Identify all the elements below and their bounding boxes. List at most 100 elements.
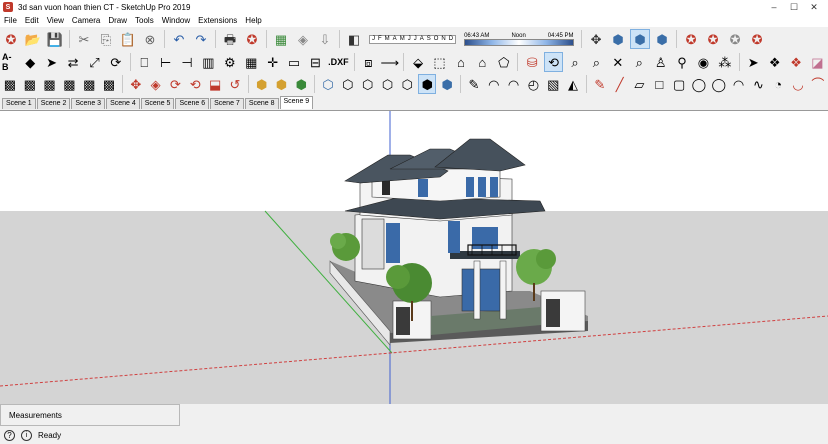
- box-icon[interactable]: ⧈: [359, 52, 378, 72]
- share-component-icon[interactable]: ✪: [725, 29, 745, 49]
- union-icon[interactable]: ▩: [41, 74, 59, 94]
- axes-icon[interactable]: ✛: [263, 52, 282, 72]
- scale-red-icon[interactable]: ◈: [147, 74, 165, 94]
- columns-icon[interactable]: ▥: [199, 52, 218, 72]
- shaded-textures-style-icon[interactable]: ⬢: [418, 74, 437, 94]
- print-icon[interactable]: 🖶: [220, 29, 240, 49]
- flip-red-icon[interactable]: ⟲: [186, 74, 204, 94]
- component-cube-icon[interactable]: ⬢: [253, 74, 271, 94]
- move-icon[interactable]: ⇄: [63, 52, 82, 72]
- table-icon[interactable]: ▦: [242, 52, 261, 72]
- intersect-icon[interactable]: ▩: [21, 74, 39, 94]
- menu-camera[interactable]: Camera: [68, 16, 104, 25]
- menu-help[interactable]: Help: [241, 16, 265, 25]
- measurements-box[interactable]: Measurements: [0, 404, 180, 426]
- polygon-icon[interactable]: ◯: [710, 74, 728, 94]
- tag-icon[interactable]: ◆: [21, 52, 40, 72]
- arc-red-icon[interactable]: ↺: [226, 74, 244, 94]
- tab-scene-2[interactable]: Scene 2: [36, 98, 71, 109]
- solid-tools-icon[interactable]: ▩: [1, 74, 19, 94]
- save-icon[interactable]: 💾: [45, 29, 65, 49]
- look-around-icon[interactable]: ◉: [694, 52, 713, 72]
- redo-icon[interactable]: ↷: [191, 29, 211, 49]
- zoom-icon[interactable]: ⌕: [565, 52, 584, 72]
- download-icon[interactable]: ⇩: [315, 29, 335, 49]
- close-button[interactable]: ✕: [804, 0, 824, 14]
- warehouse-icon[interactable]: ✪: [681, 29, 701, 49]
- open-icon[interactable]: 📂: [23, 29, 43, 49]
- monochrome-style-icon[interactable]: ⬢: [438, 74, 456, 94]
- text-tool-icon[interactable]: ◠: [505, 74, 523, 94]
- menu-window[interactable]: Window: [158, 16, 194, 25]
- menu-view[interactable]: View: [43, 16, 68, 25]
- door-icon[interactable]: ⎕: [135, 52, 154, 72]
- components-icon[interactable]: ▦: [271, 29, 291, 49]
- tab-scene-7[interactable]: Scene 7: [210, 98, 244, 109]
- square-outline-icon[interactable]: ▢: [670, 74, 688, 94]
- tab-scene-9[interactable]: Scene 9: [279, 96, 314, 109]
- model-viewport[interactable]: [0, 110, 828, 404]
- house-outline-icon[interactable]: ⌂: [473, 52, 492, 72]
- circle-icon[interactable]: ◯: [690, 74, 708, 94]
- extension-warehouse-icon[interactable]: ✪: [703, 29, 723, 49]
- tab-scene-1[interactable]: Scene 1: [2, 98, 36, 109]
- move-red-icon[interactable]: ✥: [127, 74, 145, 94]
- subtract-icon[interactable]: ▩: [60, 74, 78, 94]
- time-slider[interactable]: [464, 38, 575, 46]
- viewport-canvas[interactable]: [0, 111, 828, 404]
- 3d-text-icon[interactable]: ◭: [564, 74, 582, 94]
- layout-icon[interactable]: ⊟: [306, 52, 325, 72]
- tab-scene-6[interactable]: Scene 6: [175, 98, 210, 109]
- plane-icon[interactable]: ▱: [631, 74, 649, 94]
- cut-icon[interactable]: ✂: [74, 29, 94, 49]
- menu-extensions[interactable]: Extensions: [194, 16, 241, 25]
- square-icon[interactable]: □: [650, 74, 668, 94]
- sandbox-icon[interactable]: ❖: [786, 52, 805, 72]
- copy-icon[interactable]: ⎘: [96, 29, 116, 49]
- eraser-icon[interactable]: ◪: [808, 52, 827, 72]
- minimize-button[interactable]: –: [764, 0, 784, 14]
- position-camera-icon[interactable]: ⚲: [672, 52, 691, 72]
- iso-view-icon[interactable]: ⬢: [608, 29, 628, 49]
- front-view-icon[interactable]: ⬢: [652, 29, 672, 49]
- geolocation-icon[interactable]: ?: [4, 429, 15, 441]
- trim-icon[interactable]: ▩: [80, 74, 98, 94]
- shadow-settings-widget[interactable]: J F M A M J J A S O N D: [369, 34, 457, 44]
- export-dxf-button[interactable]: .DXF: [326, 57, 351, 67]
- undo-icon[interactable]: ↶: [169, 29, 189, 49]
- menu-edit[interactable]: Edit: [21, 16, 43, 25]
- axes-tool-icon[interactable]: ◴: [524, 74, 542, 94]
- tab-scene-4[interactable]: Scene 4: [106, 98, 140, 109]
- xray-style-icon[interactable]: ⬡: [319, 74, 337, 94]
- push-pull-icon[interactable]: ⬙: [408, 52, 427, 72]
- model-info-icon[interactable]: ✪: [242, 29, 262, 49]
- select-icon[interactable]: ➤: [42, 52, 61, 72]
- pencil-red-icon[interactable]: ✎: [591, 74, 609, 94]
- materials-icon[interactable]: ◈: [293, 29, 313, 49]
- protractor-icon[interactable]: ◠: [485, 74, 503, 94]
- erase-icon[interactable]: ⊗: [140, 29, 160, 49]
- rotate-red-icon[interactable]: ⟳: [167, 74, 185, 94]
- split-icon[interactable]: ▩: [100, 74, 118, 94]
- rectangle-icon[interactable]: ▭: [284, 52, 303, 72]
- arc-3pt-icon[interactable]: ⌒: [809, 74, 827, 94]
- orbit-icon[interactable]: ✥: [586, 29, 606, 49]
- freehand-icon[interactable]: ∿: [749, 74, 767, 94]
- top-view-icon[interactable]: ⬢: [630, 29, 651, 49]
- menu-draw[interactable]: Draw: [104, 16, 131, 25]
- dimension-tool-icon[interactable]: ▧: [544, 74, 562, 94]
- arc-icon[interactable]: ◠: [730, 74, 748, 94]
- follow-me-icon[interactable]: ⟲: [543, 52, 564, 72]
- hidden-line-style-icon[interactable]: ⬡: [379, 74, 397, 94]
- tab-scene-5[interactable]: Scene 5: [140, 98, 175, 109]
- wireframe-style-icon[interactable]: ⬡: [359, 74, 377, 94]
- menu-file[interactable]: File: [0, 16, 21, 25]
- time-slider-widget[interactable]: 06:43 AM Noon 04:45 PM: [464, 33, 575, 46]
- footprints-icon[interactable]: ⁂: [715, 52, 734, 72]
- shape-icon[interactable]: ⬠: [494, 52, 513, 72]
- tape-measure-icon[interactable]: ✎: [465, 74, 483, 94]
- info-icon[interactable]: i: [21, 429, 32, 441]
- month-slider[interactable]: J F M A M J J A S O N D: [369, 34, 457, 44]
- getting-started-icon[interactable]: ✪: [1, 29, 21, 49]
- maximize-button[interactable]: ☐: [784, 0, 804, 14]
